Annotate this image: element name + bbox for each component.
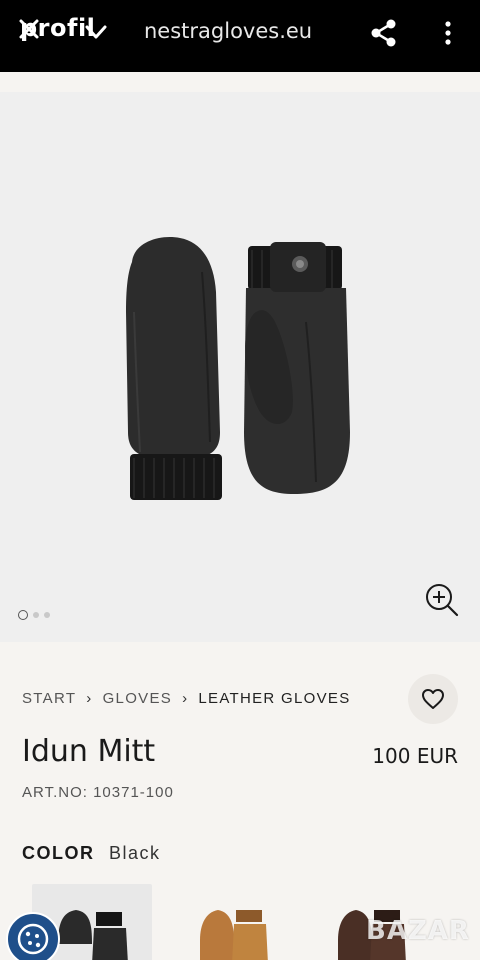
- color-swatch-cork[interactable]: [172, 884, 292, 960]
- breadcrumb-leather-gloves[interactable]: LEATHER GLOVES: [198, 690, 350, 707]
- product-price: 100 EUR: [372, 744, 458, 768]
- gallery-dot[interactable]: [33, 612, 39, 618]
- product-image-gallery[interactable]: [0, 92, 480, 642]
- chevron-down-icon[interactable]: [84, 22, 108, 42]
- gallery-dot[interactable]: [18, 610, 28, 620]
- color-label: COLOR: [22, 843, 95, 863]
- color-selection: COLOR Black: [22, 843, 161, 864]
- gallery-dot[interactable]: [44, 612, 50, 618]
- more-options-icon[interactable]: [438, 18, 458, 48]
- gallery-pagination[interactable]: [18, 610, 50, 620]
- breadcrumb-gloves[interactable]: GLOVES: [103, 690, 173, 707]
- favorite-button[interactable]: [408, 674, 458, 724]
- chevron-right-icon: ›: [182, 690, 189, 707]
- breadcrumb: START › GLOVES › LEATHER GLOVES: [22, 690, 351, 707]
- color-value: Black: [109, 843, 161, 863]
- article-number: ART.NO: 10371-100: [22, 784, 174, 801]
- watermark: BAZAR: [366, 916, 470, 946]
- browser-top-bar: profil nestragloves.eu: [0, 0, 480, 72]
- cookie-icon: [17, 923, 49, 955]
- chevron-right-icon: ›: [86, 690, 93, 707]
- product-image: [126, 237, 350, 500]
- zoom-icon[interactable]: [424, 582, 460, 618]
- cookie-settings-button[interactable]: [6, 912, 60, 960]
- url-text[interactable]: nestragloves.eu: [144, 19, 312, 43]
- heart-icon: [422, 689, 444, 709]
- product-title: Idun Mitt: [22, 734, 156, 769]
- swatch-image: [200, 910, 268, 960]
- breadcrumb-start[interactable]: START: [22, 690, 76, 707]
- share-icon[interactable]: [370, 18, 398, 48]
